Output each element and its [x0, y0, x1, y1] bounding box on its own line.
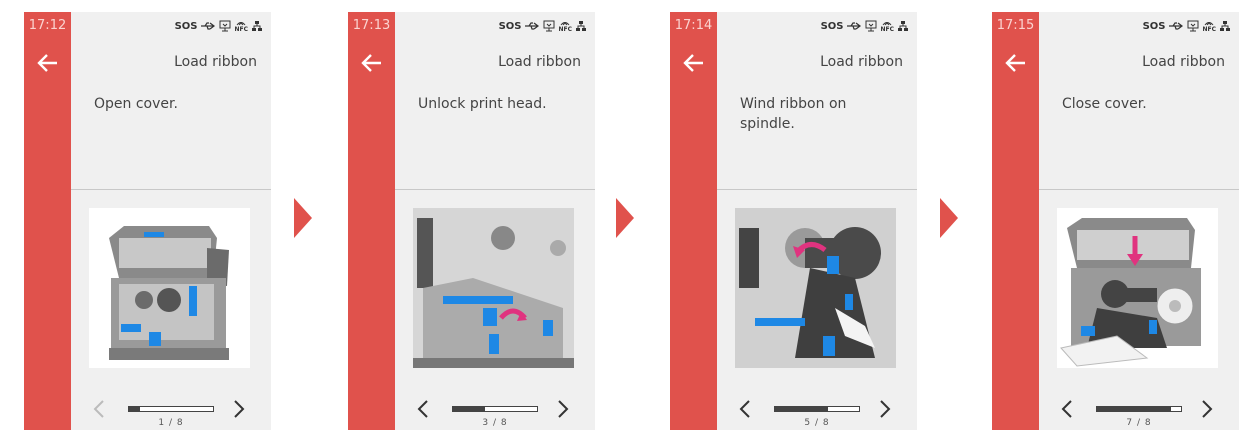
- previous-step-button[interactable]: [736, 398, 754, 420]
- monitor-icon: [1187, 20, 1199, 32]
- back-arrow-icon[interactable]: [1003, 50, 1029, 76]
- divider: [395, 189, 595, 190]
- progress-fill: [1097, 407, 1171, 411]
- page-indicator: 1 / 8: [158, 418, 184, 428]
- nfc-icon: NFC: [880, 20, 894, 33]
- nfc-icon: NFC: [234, 20, 248, 33]
- next-step-button[interactable]: [554, 398, 572, 420]
- screen-step-1: 17:12 SOS NFC Load ribbon Open cover. 1 …: [24, 12, 271, 430]
- sos-icon: SOS: [174, 20, 198, 32]
- screen-step-7: 17:15 SOS NFC Load ribbon Close cover. 7…: [992, 12, 1239, 430]
- clock: 17:15: [996, 18, 1035, 33]
- monitor-icon: [865, 20, 877, 32]
- instruction-text: Open cover.: [94, 96, 178, 112]
- usb-icon: [525, 22, 540, 30]
- status-bar: SOS NFC: [1143, 17, 1231, 35]
- status-bar: SOS NFC: [175, 17, 263, 35]
- divider: [717, 189, 917, 190]
- network-icon: [898, 21, 908, 31]
- network-icon: [1220, 21, 1230, 31]
- page-title: Load ribbon: [1142, 54, 1225, 70]
- progress-fill: [129, 407, 140, 411]
- back-arrow-icon[interactable]: [35, 50, 61, 76]
- page-title: Load ribbon: [174, 54, 257, 70]
- sos-icon: SOS: [498, 20, 522, 32]
- next-step-button[interactable]: [230, 398, 248, 420]
- sos-icon: SOS: [1142, 20, 1166, 32]
- divider: [71, 189, 271, 190]
- progress-bar: [128, 406, 214, 412]
- network-icon: [252, 21, 262, 31]
- step-arrow-icon: [940, 198, 958, 238]
- progress-bar: [774, 406, 860, 412]
- screen-step-5: 17:14 SOS NFC Load ribbon Wind ribbon on…: [670, 12, 917, 430]
- clock: 17:14: [674, 18, 713, 33]
- monitor-icon: [543, 20, 555, 32]
- previous-step-button[interactable]: [1058, 398, 1076, 420]
- sidebar: 17:15: [992, 12, 1039, 430]
- sidebar: 17:12: [24, 12, 71, 430]
- status-bar: SOS NFC: [821, 17, 909, 35]
- page-title: Load ribbon: [820, 54, 903, 70]
- progress-bar: [1096, 406, 1182, 412]
- printer-cover-open-illustration: [89, 208, 250, 368]
- page-title: Load ribbon: [498, 54, 581, 70]
- page-indicator: 3 / 8: [482, 418, 508, 428]
- previous-step-button[interactable]: [90, 398, 108, 420]
- clock: 17:13: [352, 18, 391, 33]
- page-indicator: 7 / 8: [1126, 418, 1152, 428]
- printer-cover-close-illustration: [1057, 208, 1218, 368]
- divider: [1039, 189, 1239, 190]
- printhead-unlock-illustration: [413, 208, 574, 368]
- usb-icon: [847, 22, 862, 30]
- sidebar: 17:13: [348, 12, 395, 430]
- back-arrow-icon[interactable]: [359, 50, 385, 76]
- ribbon-spindle-illustration: [735, 208, 896, 368]
- progress-bar: [452, 406, 538, 412]
- page-indicator: 5 / 8: [804, 418, 830, 428]
- step-arrow-icon: [616, 198, 634, 238]
- progress-fill: [775, 407, 828, 411]
- instruction-text: Unlock print head.: [418, 96, 547, 112]
- instruction-text: Close cover.: [1062, 96, 1147, 112]
- screen-step-3: 17:13 SOS NFC Load ribbon Unlock print h…: [348, 12, 595, 430]
- next-step-button[interactable]: [876, 398, 894, 420]
- monitor-icon: [219, 20, 231, 32]
- progress-fill: [453, 407, 485, 411]
- clock: 17:12: [28, 18, 67, 33]
- nfc-icon: NFC: [1202, 20, 1216, 33]
- status-bar: SOS NFC: [499, 17, 587, 35]
- previous-step-button[interactable]: [414, 398, 432, 420]
- usb-icon: [1169, 22, 1184, 30]
- nfc-icon: NFC: [558, 20, 572, 33]
- sos-icon: SOS: [820, 20, 844, 32]
- step-arrow-icon: [294, 198, 312, 238]
- instruction-text: Wind ribbon on spindle.: [740, 96, 847, 132]
- sidebar: 17:14: [670, 12, 717, 430]
- network-icon: [576, 21, 586, 31]
- back-arrow-icon[interactable]: [681, 50, 707, 76]
- next-step-button[interactable]: [1198, 398, 1216, 420]
- usb-icon: [201, 22, 216, 30]
